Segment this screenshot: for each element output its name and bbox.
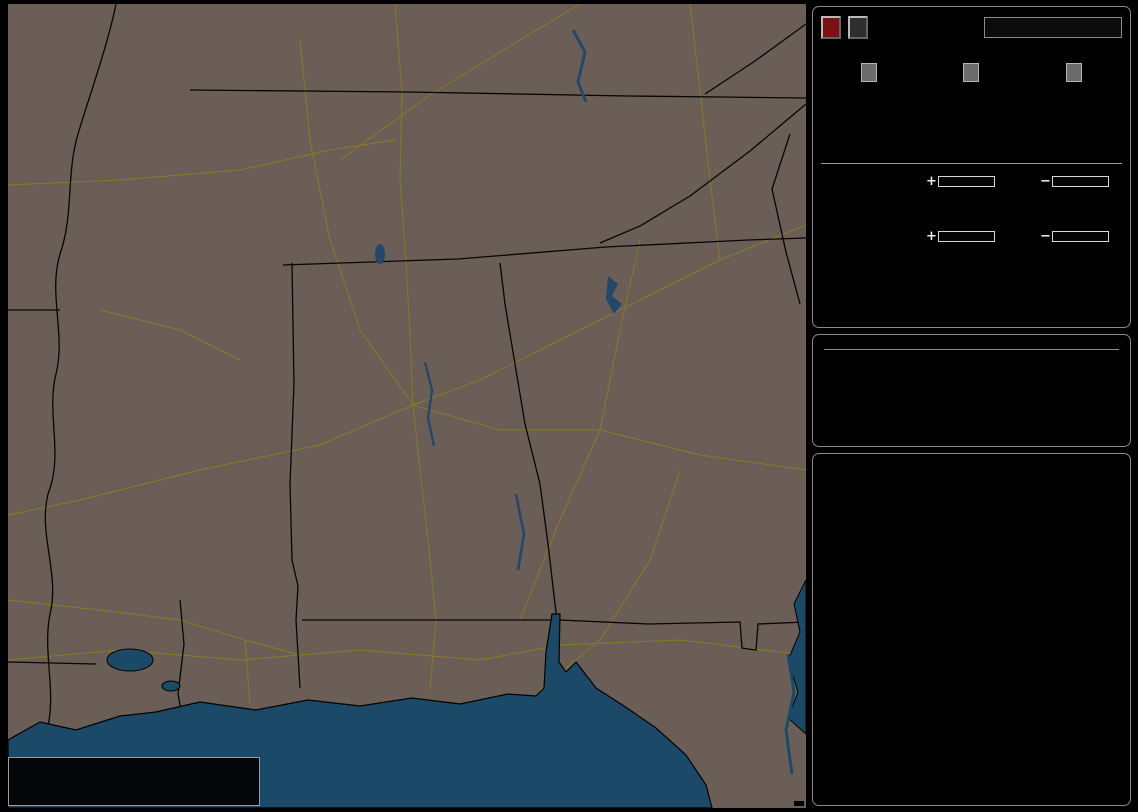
datetime-display	[824, 343, 1119, 350]
map-legend	[8, 757, 260, 806]
trend-graph-chart	[819, 530, 1125, 804]
uptime-trend-panel	[812, 453, 1131, 806]
copyright-notice	[794, 801, 804, 806]
strikes-per-min-value	[821, 86, 917, 130]
noises-rate-column	[1026, 63, 1122, 138]
map-canvas[interactable]	[8, 4, 806, 808]
cg-negative-bar	[1052, 175, 1109, 187]
strikes-per-min-button[interactable]	[861, 63, 878, 82]
noises-per-min-button[interactable]	[1065, 63, 1082, 82]
cloud-ground-row: + −	[821, 173, 1122, 189]
distribution-title	[821, 160, 1122, 164]
ic-positive-bar	[938, 230, 995, 242]
close-per-min-value	[923, 86, 1019, 130]
noises-per-min-value	[1026, 86, 1122, 130]
cloud-ground-count-row	[821, 197, 1122, 213]
close-rate-column	[923, 63, 1019, 138]
strikes-rate-column	[821, 63, 917, 138]
map-land	[8, 4, 806, 808]
intracloud-row: + −	[821, 228, 1122, 244]
lightning-map[interactable]	[8, 4, 806, 808]
noise-mode-button[interactable]	[848, 16, 868, 39]
strike-mode-button[interactable]	[821, 16, 841, 39]
ic-negative-bar	[1052, 230, 1109, 242]
close-per-min-button[interactable]	[963, 63, 980, 82]
strike-stats-panel: + − + −	[812, 6, 1131, 328]
bearing-range-display[interactable]	[984, 17, 1122, 38]
intracloud-count-row	[821, 252, 1122, 268]
datetime-status-panel	[812, 334, 1131, 447]
cg-positive-bar	[938, 175, 995, 187]
app-window: + − + −	[0, 0, 1138, 812]
